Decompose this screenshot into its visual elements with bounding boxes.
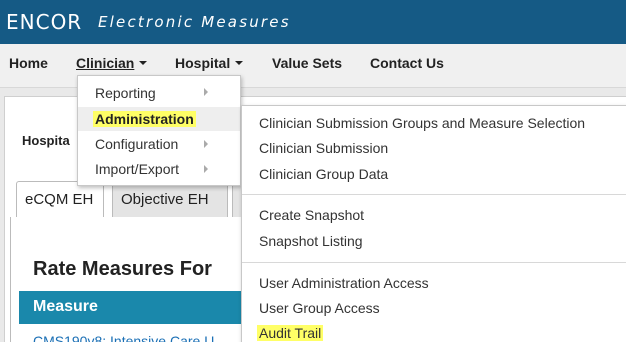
top-brand-bar: ENCOR Electronic Measures bbox=[0, 0, 626, 44]
chevron-right-icon bbox=[204, 165, 208, 173]
chevron-right-icon bbox=[204, 88, 208, 96]
menu-item-user-administration-access[interactable]: User Administration Access bbox=[259, 275, 429, 291]
menu-item-clinician-submission-groups[interactable]: Clinician Submission Groups and Measure … bbox=[259, 115, 585, 131]
measure-table-header: Measure bbox=[19, 291, 249, 324]
app-subtitle: Electronic Measures bbox=[98, 13, 291, 31]
tab-ecqm-eh[interactable]: eCQM EH bbox=[16, 181, 104, 217]
chevron-right-icon bbox=[204, 140, 208, 148]
encor-logo[interactable]: ENCOR bbox=[6, 10, 82, 34]
tab-panel-left-border bbox=[10, 217, 11, 342]
nav-clinician[interactable]: Clinician bbox=[76, 55, 148, 71]
menu-item-snapshot-listing[interactable]: Snapshot Listing bbox=[259, 233, 363, 249]
menu-item-create-snapshot[interactable]: Create Snapshot bbox=[259, 207, 364, 223]
menu-item-administration[interactable]: Administration bbox=[93, 111, 196, 127]
menu-item-clinician-submission[interactable]: Clinician Submission bbox=[259, 140, 388, 156]
menu-divider bbox=[242, 194, 626, 195]
measure-column-header: Measure bbox=[33, 298, 98, 315]
nav-hospital-label: Hospital bbox=[175, 55, 231, 71]
measure-row-link[interactable]: CMS190v8: Intensive Care U bbox=[33, 333, 214, 342]
tab-ecqm-eh-label: eCQM EH bbox=[25, 191, 94, 208]
menu-item-clinician-group-data[interactable]: Clinician Group Data bbox=[259, 166, 388, 182]
menu-divider bbox=[242, 262, 626, 263]
chevron-down-icon bbox=[235, 61, 244, 65]
menu-item-user-group-access[interactable]: User Group Access bbox=[259, 300, 380, 316]
audit-trail-highlight: Audit Trail bbox=[257, 325, 324, 341]
administration-submenu: Clinician Submission Groups and Measure … bbox=[241, 105, 626, 342]
menu-item-reporting[interactable]: Reporting bbox=[95, 85, 156, 101]
nav-home[interactable]: Home bbox=[9, 55, 48, 71]
section-title: Rate Measures For bbox=[33, 258, 212, 280]
nav-clinician-label: Clinician bbox=[76, 55, 135, 71]
menu-item-configuration[interactable]: Configuration bbox=[95, 136, 178, 152]
tab-objective-eh-label: Objective EH bbox=[121, 191, 209, 208]
clinician-dropdown: Reporting Administration Configuration I… bbox=[77, 75, 241, 186]
tab-objective-eh[interactable]: Objective EH bbox=[112, 181, 228, 217]
menu-item-audit-trail[interactable]: Audit Trail bbox=[257, 325, 324, 341]
administration-highlight: Administration bbox=[93, 111, 196, 127]
chevron-down-icon bbox=[139, 61, 148, 65]
nav-contact-us[interactable]: Contact Us bbox=[370, 55, 444, 71]
menu-item-import-export[interactable]: Import/Export bbox=[95, 161, 179, 177]
nav-hospital[interactable]: Hospital bbox=[175, 55, 244, 71]
hospital-label: Hospita bbox=[22, 133, 70, 148]
nav-value-sets[interactable]: Value Sets bbox=[272, 55, 342, 71]
